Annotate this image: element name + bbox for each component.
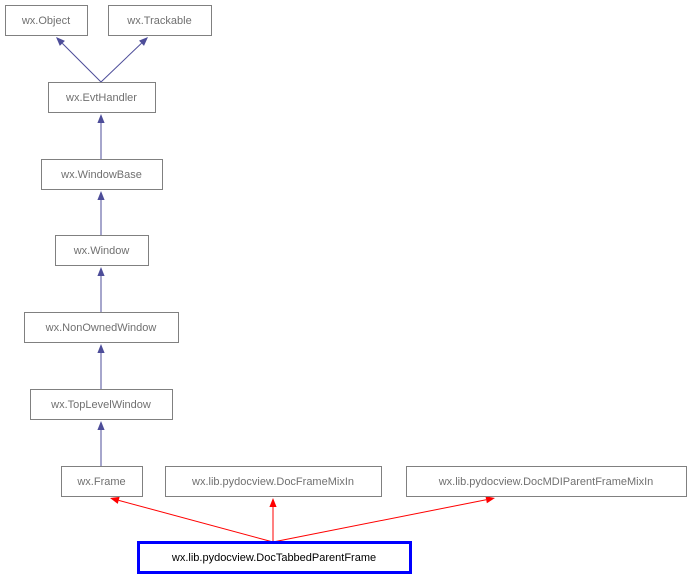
class-name-label: wx.Frame: [76, 476, 125, 488]
class-name-label: wx.lib.pydocview.DocTabbedParentFrame: [171, 552, 376, 564]
arrowhead-icon: [97, 114, 105, 123]
class-node-nonownedwindow[interactable]: wx.NonOwnedWindow: [24, 312, 179, 343]
edge-frame-to-toplevelwindow: [97, 421, 105, 466]
class-name-label: wx.WindowBase: [60, 169, 142, 181]
edge-doctabbed-to-frame: [110, 496, 274, 543]
class-node-docframemixin[interactable]: wx.lib.pydocview.DocFrameMixIn: [165, 466, 382, 497]
class-name-label: wx.lib.pydocview.DocFrameMixIn: [191, 476, 354, 488]
edge-doctabbed-to-docframemixin: [269, 498, 277, 542]
class-node-frame[interactable]: wx.Frame: [61, 466, 143, 497]
arrowhead-icon: [97, 191, 105, 200]
edge-toplevelwindow-to-nonownedwindow: [97, 344, 105, 389]
class-name-label: wx.TopLevelWindow: [50, 399, 151, 411]
edge-evthandler-to-trackable: [100, 37, 148, 83]
inheritance-diagram-canvas: wx.lib.pydocview.DocTabbedParentFrame in…: [5, 5, 687, 574]
class-node-doctabbed[interactable]: wx.lib.pydocview.DocTabbedParentFrame: [137, 541, 412, 574]
arrowhead-icon: [97, 267, 105, 276]
class-node-docmdimixin[interactable]: wx.lib.pydocview.DocMDIParentFrameMixIn: [406, 466, 687, 497]
class-node-trackable[interactable]: wx.Trackable: [108, 5, 212, 36]
class-node-window[interactable]: wx.Window: [55, 235, 149, 266]
edge-line: [100, 42, 142, 83]
class-name-label: wx.Window: [73, 245, 130, 257]
edge-window-to-windowbase: [97, 191, 105, 235]
class-node-windowbase[interactable]: wx.WindowBase: [41, 159, 163, 190]
arrowhead-icon: [97, 421, 105, 430]
class-name-label: wx.EvtHandler: [65, 92, 137, 104]
edge-line: [118, 499, 274, 543]
arrowhead-icon: [485, 496, 495, 504]
edge-evthandler-to-object: [56, 37, 102, 83]
class-name-label: wx.NonOwnedWindow: [45, 322, 157, 334]
arrowhead-icon: [110, 496, 120, 504]
class-node-object[interactable]: wx.Object: [5, 5, 88, 36]
edge-windowbase-to-evthandler: [97, 114, 105, 159]
edge-line: [272, 499, 487, 543]
class-name-label: wx.lib.pydocview.DocMDIParentFrameMixIn: [438, 476, 654, 488]
arrowhead-icon: [269, 498, 277, 507]
inheritance-diagram: wx.lib.pydocview.DocTabbedParentFrame in…: [0, 0, 692, 577]
edge-line: [62, 43, 102, 83]
edge-nonownedwindow-to-window: [97, 267, 105, 312]
class-node-toplevelwindow[interactable]: wx.TopLevelWindow: [30, 389, 173, 420]
arrowhead-icon: [97, 344, 105, 353]
edge-doctabbed-to-docmdimixin: [272, 496, 495, 543]
class-name-label: wx.Trackable: [126, 15, 191, 27]
class-name-label: wx.Object: [21, 15, 70, 27]
class-node-evthandler[interactable]: wx.EvtHandler: [48, 82, 156, 113]
nodes-layer: wx.Object wx.Trackable wx.EvtHandler wx.Win…: [5, 5, 687, 574]
